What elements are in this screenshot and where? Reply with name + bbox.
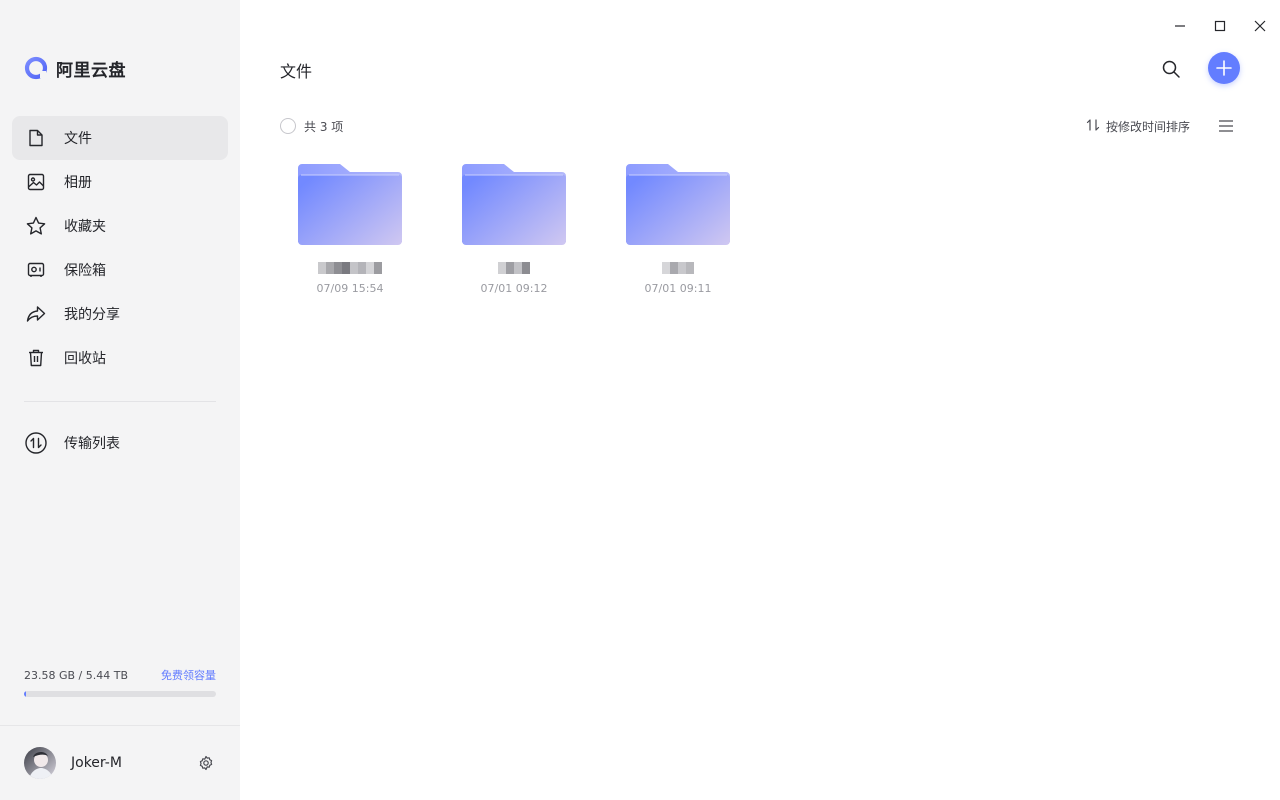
search-icon[interactable] <box>1158 56 1184 82</box>
star-icon <box>24 214 48 238</box>
free-capacity-link[interactable]: 免费领容量 <box>161 667 216 683</box>
sidebar-item-label: 保险箱 <box>64 263 106 279</box>
file-modified-date: 07/01 09:12 <box>480 282 548 295</box>
file-name-obscured <box>662 260 694 276</box>
user-panel: Joker-M <box>24 747 216 779</box>
sidebar-item-label: 相册 <box>64 175 92 191</box>
user-name: Joker-M <box>71 755 122 771</box>
sidebar-item-album[interactable]: 相册 <box>12 160 228 204</box>
file-name-obscured <box>498 260 530 276</box>
file-toolbar: 共 3 项 按修改时间排序 <box>280 116 1236 136</box>
folder-item[interactable]: 07/01 09:12 <box>460 160 568 295</box>
file-icon <box>24 126 48 150</box>
brand: 阿里云盘 <box>24 56 126 81</box>
sidebar-item-label: 文件 <box>64 131 92 147</box>
folder-icon <box>626 164 730 245</box>
storage-usage-text: 23.58 GB / 5.44 TB <box>24 668 129 682</box>
sidebar: 阿里云盘 文件 相册 收藏夹 保险箱 我的分享 回收站 传输列表 23.58 G… <box>0 0 240 800</box>
main-content: 文件 共 3 项 按修改时间排序 07/09 15:54 07/01 09:12… <box>240 0 1280 800</box>
transfer-icon <box>24 431 48 455</box>
sidebar-item-label: 收藏夹 <box>64 219 106 235</box>
item-count: 共 3 项 <box>304 119 344 134</box>
storage-progress-fill <box>24 691 26 697</box>
minimize-icon[interactable] <box>1160 0 1200 52</box>
trash-icon <box>24 346 48 370</box>
sidebar-item-label: 我的分享 <box>64 307 120 323</box>
storage-progress-bar <box>24 691 216 697</box>
folder-item[interactable]: 07/01 09:11 <box>624 160 732 295</box>
sort-icon <box>1086 117 1100 136</box>
file-grid: 07/09 15:54 07/01 09:12 07/01 09:11 <box>296 160 788 295</box>
aliyun-drive-logo-icon <box>24 56 48 80</box>
sidebar-item-label: 回收站 <box>64 351 106 367</box>
avatar[interactable] <box>24 747 56 779</box>
sidebar-divider <box>0 725 240 726</box>
sort-label: 按修改时间排序 <box>1105 119 1190 134</box>
folder-icon <box>462 164 566 245</box>
sidebar-item-files[interactable]: 文件 <box>12 116 228 160</box>
brand-name: 阿里云盘 <box>56 60 126 81</box>
sidebar-item-favorites[interactable]: 收藏夹 <box>12 204 228 248</box>
sidebar-nav: 文件 相册 收藏夹 保险箱 我的分享 回收站 <box>12 116 228 380</box>
share-icon <box>24 302 48 326</box>
sort-button[interactable]: 按修改时间排序 <box>1086 117 1190 136</box>
file-name-obscured <box>318 260 382 276</box>
window-controls <box>1160 0 1280 52</box>
sidebar-item-transfers[interactable]: 传输列表 <box>12 421 228 465</box>
sidebar-item-label: 传输列表 <box>64 436 120 452</box>
sidebar-item-recycle-bin[interactable]: 回收站 <box>12 336 228 380</box>
sidebar-item-safe[interactable]: 保险箱 <box>12 248 228 292</box>
transfer-section: 传输列表 <box>12 421 228 465</box>
safe-icon <box>24 258 48 282</box>
plus-icon <box>1216 60 1232 76</box>
select-all-checkbox[interactable] <box>280 118 296 134</box>
maximize-icon[interactable] <box>1200 0 1240 52</box>
settings-icon[interactable] <box>196 753 216 773</box>
close-icon[interactable] <box>1240 0 1280 52</box>
list-view-icon[interactable] <box>1216 116 1236 136</box>
sidebar-item-shares[interactable]: 我的分享 <box>12 292 228 336</box>
page-title: 文件 <box>280 62 313 81</box>
photo-album-icon <box>24 170 48 194</box>
file-modified-date: 07/01 09:11 <box>644 282 712 295</box>
folder-item[interactable]: 07/09 15:54 <box>296 160 404 295</box>
sidebar-divider <box>24 401 216 402</box>
storage-panel: 23.58 GB / 5.44 TB 免费领容量 <box>24 667 216 697</box>
file-modified-date: 07/09 15:54 <box>316 282 384 295</box>
folder-icon <box>298 164 402 245</box>
add-button[interactable] <box>1208 52 1240 84</box>
